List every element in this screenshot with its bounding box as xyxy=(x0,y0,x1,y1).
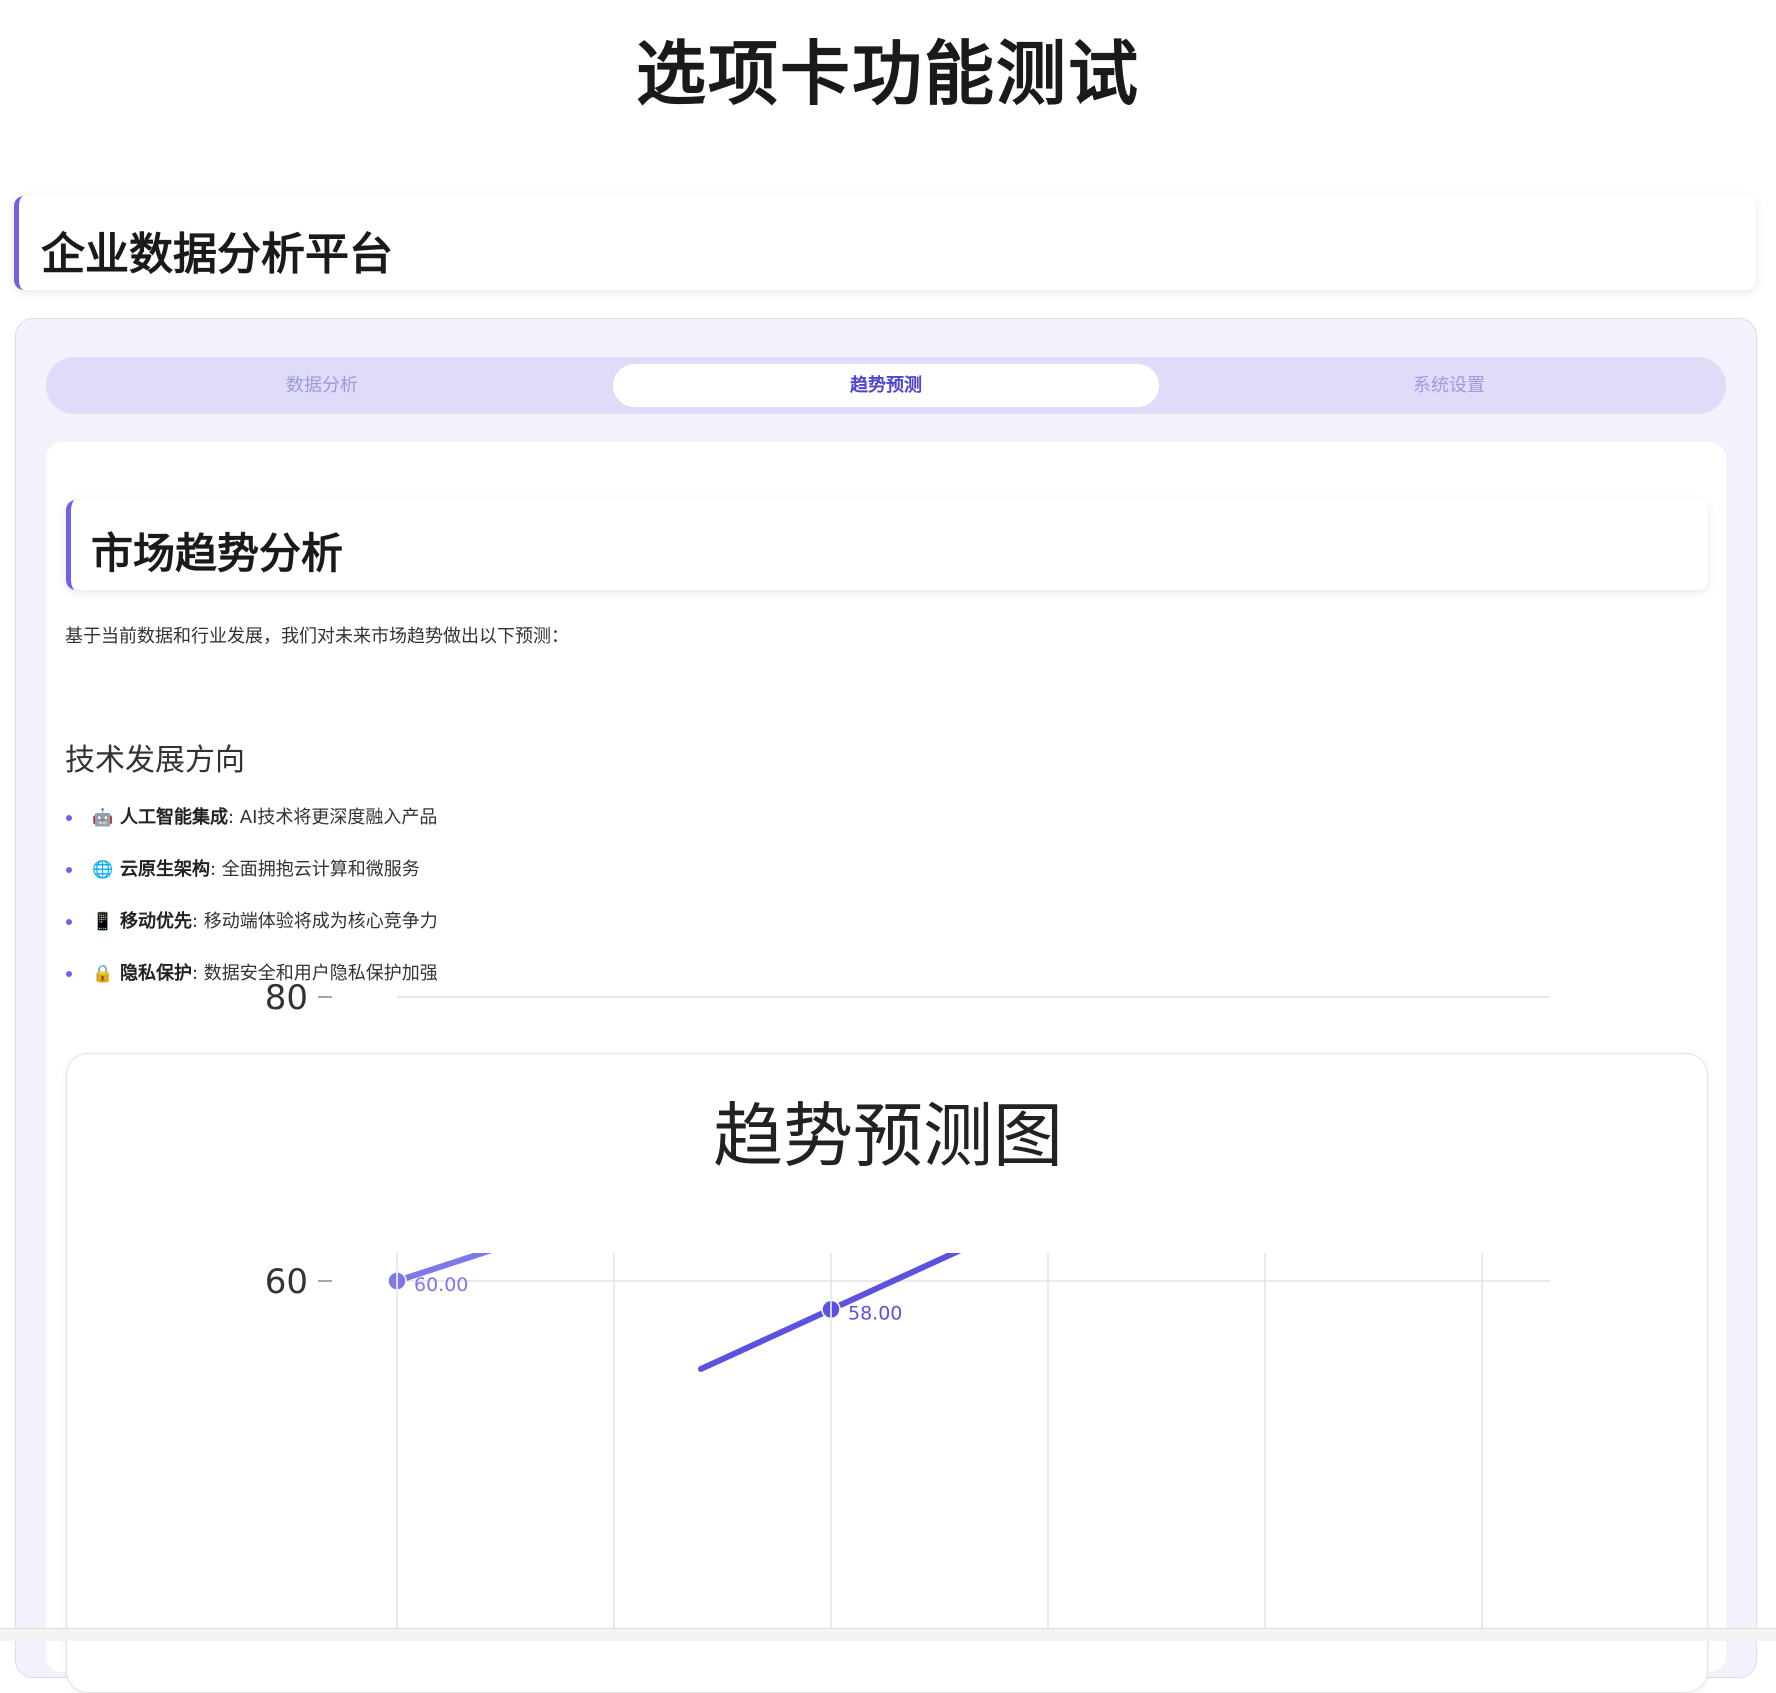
horizontal-scrollbar[interactable] xyxy=(0,1628,1776,1641)
data-point xyxy=(1256,1059,1274,1077)
data-label: 65.00 xyxy=(631,1203,685,1225)
data-label: 60.00 xyxy=(414,1274,468,1296)
data-label: 78.00 xyxy=(1499,1018,1553,1040)
data-point xyxy=(822,1158,840,1176)
y-tick-label: 60 xyxy=(265,1262,308,1302)
data-label: 58.00 xyxy=(848,1302,902,1324)
trend-chart: 608060.0065.0068.0072.0075.0078.0058.006… xyxy=(265,978,1553,1628)
series-line xyxy=(698,1253,962,1372)
data-point xyxy=(1039,1102,1057,1120)
data-label: 70.00 xyxy=(1282,1132,1336,1154)
data-label: 65.00 xyxy=(1065,1203,1119,1225)
data-point xyxy=(1039,1201,1057,1219)
y-tick-label: 80 xyxy=(265,978,308,1018)
data-point xyxy=(605,1201,623,1219)
data-label: 75.00 xyxy=(1282,1061,1336,1083)
data-label: 72.00 xyxy=(1065,1104,1119,1126)
data-label: 68.00 xyxy=(848,1160,902,1182)
data-point xyxy=(1473,1059,1491,1077)
series-line xyxy=(394,1253,493,1284)
data-point xyxy=(1256,1130,1274,1148)
plot-area: 60.00 65.00 68.00 72.00 75.00 78.00 58.00 65.00… xyxy=(387,1016,1553,1372)
data-point xyxy=(1473,1016,1491,1034)
data-label: 75.00 xyxy=(1499,1061,1553,1083)
